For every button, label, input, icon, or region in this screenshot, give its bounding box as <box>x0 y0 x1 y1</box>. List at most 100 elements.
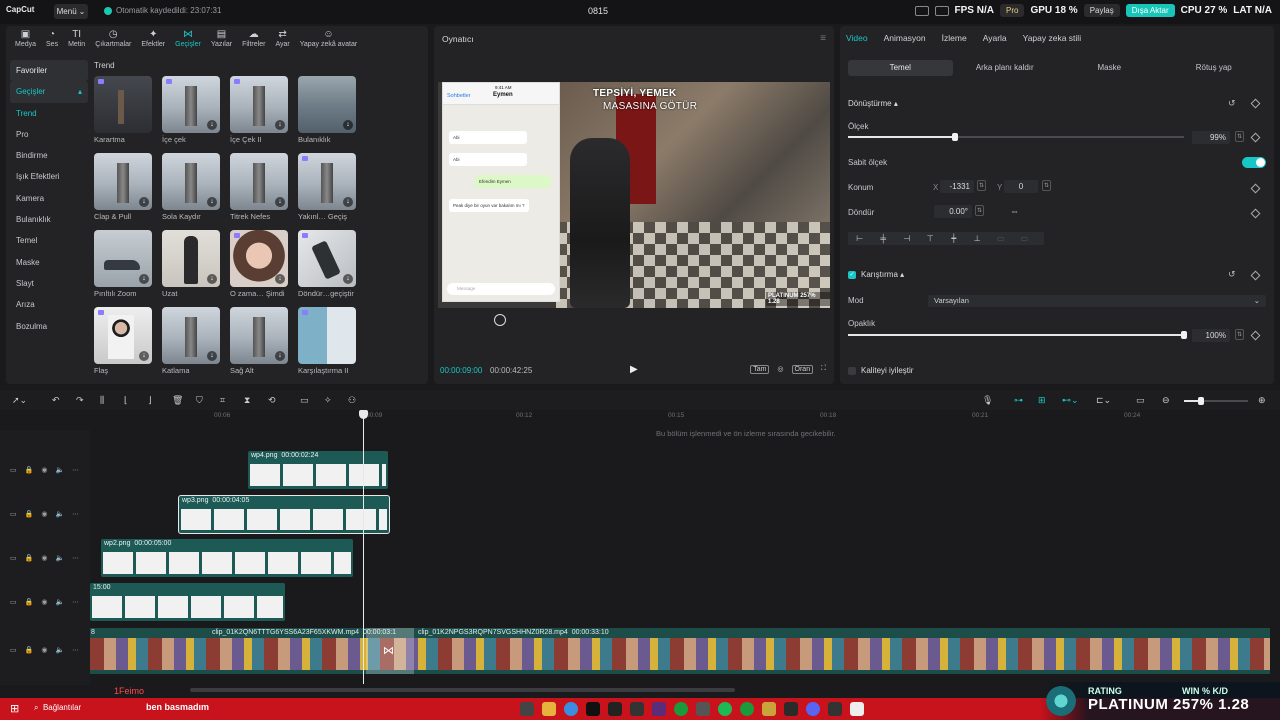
zoom-slider[interactable] <box>1184 397 1248 405</box>
download-icon[interactable]: ↓ <box>275 351 285 361</box>
scale-slider[interactable] <box>848 133 1184 141</box>
audio-icon[interactable]: 🔈 <box>55 554 64 562</box>
download-icon[interactable]: ↓ <box>139 351 149 361</box>
select-tool-icon[interactable]: ➚⌄ <box>12 395 27 406</box>
keyframe-icon[interactable] <box>1250 270 1261 281</box>
obs-icon[interactable] <box>828 702 842 716</box>
caption-icon[interactable]: ▭ <box>1136 395 1145 406</box>
snap-icon[interactable]: ⊞ <box>1038 395 1046 406</box>
delete-icon[interactable]: 🗑 <box>172 395 183 406</box>
download-icon[interactable]: ↓ <box>207 274 217 284</box>
zoom-slider-knob[interactable] <box>1198 397 1204 405</box>
transition-card[interactable]: ↓ İçe çek <box>162 76 220 144</box>
visibility-icon[interactable]: ◉ <box>41 646 47 654</box>
category-item[interactable]: Trend <box>10 103 88 124</box>
lock-icon[interactable]: 🔒 <box>25 598 34 606</box>
more-icon[interactable]: ⋯ <box>72 554 79 562</box>
position-x-stepper[interactable]: ⇅ <box>977 180 986 191</box>
lock-icon[interactable]: 🔒 <box>25 466 34 474</box>
crop-icon[interactable]: ⌗ <box>220 395 225 406</box>
split-icon[interactable]: ⫼ <box>100 395 104 406</box>
tab-sticker[interactable]: ◷ Çıkartmalar <box>90 26 136 52</box>
app-icon[interactable] <box>652 702 666 716</box>
playhead[interactable] <box>363 412 364 684</box>
task-view-icon[interactable] <box>520 702 534 716</box>
category-item[interactable]: Arıza <box>10 294 88 315</box>
property-tab[interactable]: Ayarla <box>983 33 1007 43</box>
transition-card[interactable]: Karşılaştırma II <box>298 307 356 375</box>
undo-icon[interactable]: ↶ <box>52 395 60 406</box>
pro-button[interactable]: Pro <box>999 4 1025 17</box>
file-explorer-icon[interactable] <box>542 702 556 716</box>
property-subtab[interactable]: Temel <box>848 60 953 76</box>
zoom-out-icon[interactable]: ⊖ <box>1162 395 1170 406</box>
download-icon[interactable]: ↓ <box>207 120 217 130</box>
tab-adjust[interactable]: ⇄ Ayar <box>270 26 294 52</box>
category-item[interactable]: Slayt <box>10 273 88 294</box>
download-icon[interactable]: ↓ <box>275 120 285 130</box>
category-item[interactable]: Bindirme <box>10 145 88 166</box>
download-icon[interactable]: ↓ <box>275 274 285 284</box>
category-item[interactable]: Işık Efektleri <box>10 166 88 187</box>
track-cover-icon[interactable]: ▭ <box>10 466 17 474</box>
mic-icon[interactable]: 🎙 <box>982 395 993 406</box>
fullscreen-icon[interactable]: ⛶ <box>821 365 826 374</box>
property-subtab[interactable]: Arka planı kaldır <box>953 60 1058 76</box>
rotate-stepper[interactable]: ⇅ <box>975 205 984 216</box>
keyframe-icon[interactable] <box>1250 183 1261 194</box>
visibility-icon[interactable]: ◉ <box>41 598 47 606</box>
category-item[interactable]: Maske <box>10 252 88 273</box>
flip-icon[interactable]: ⇔ <box>1010 206 1019 216</box>
export-button[interactable]: Dışa Aktar <box>1125 4 1175 17</box>
audio-icon[interactable]: 🔈 <box>55 598 64 606</box>
property-tab[interactable]: İzleme <box>942 33 967 43</box>
position-y-input[interactable]: 0 <box>1004 180 1038 193</box>
hamburger-icon[interactable]: ≡ <box>820 33 826 44</box>
transition-card[interactable]: ↓ Pırıltılı Zoom <box>94 230 152 298</box>
transition-card[interactable]: ↓ Clap & Pull <box>94 153 152 221</box>
align-center-h-icon[interactable]: ╪ <box>872 232 896 245</box>
tab-audio[interactable]: ◔ Ses <box>41 26 63 52</box>
rotate-handle-icon[interactable] <box>494 314 506 326</box>
opacity-stepper[interactable]: ⇅ <box>1235 329 1244 340</box>
category-item[interactable]: Favoriler <box>10 60 88 82</box>
clip-wp4[interactable]: wp4.png 00:00:02:24 <box>248 451 388 489</box>
transition-card[interactable]: ↓ Katlama <box>162 307 220 375</box>
position-y-stepper[interactable]: ⇅ <box>1042 180 1051 191</box>
track-cover-icon[interactable]: ▭ <box>10 646 17 654</box>
download-icon[interactable]: ↓ <box>207 197 217 207</box>
align-right-icon[interactable]: ⊣ <box>895 232 919 245</box>
category-item[interactable]: Geçişler ▴ <box>10 81 88 103</box>
keyframe-icon[interactable] <box>1250 98 1261 109</box>
transition-card[interactable]: ↓ Yakınl… Geçiş <box>298 153 356 221</box>
rotate-input[interactable]: 0.00° <box>934 205 972 218</box>
category-item[interactable]: Bulanıklık <box>10 209 88 230</box>
ratio-button[interactable]: Oran <box>791 365 814 374</box>
zoom-in-icon[interactable]: ⊕ <box>1258 395 1266 406</box>
more-icon[interactable]: ⋯ <box>72 466 79 474</box>
spotify-icon[interactable] <box>718 702 732 716</box>
scale-stepper[interactable]: ⇅ <box>1235 131 1244 142</box>
enhance-label[interactable]: Kaliteyi iyileştir <box>861 366 913 375</box>
clip-wp3[interactable]: wp3.png 00:00:04:05 <box>178 495 390 534</box>
transition-card[interactable]: ↓ İçe Çek II <box>230 76 288 144</box>
preview-axis-icon[interactable]: ⊏⌄ <box>1096 395 1111 406</box>
property-subtab[interactable]: Maske <box>1057 60 1162 76</box>
blend-section-title[interactable]: Karıştırma ▴ <box>861 270 904 279</box>
more-icon[interactable]: ⋯ <box>72 598 79 606</box>
property-tab[interactable]: Yapay zeka stili <box>1023 33 1081 43</box>
more-icon[interactable]: ⋯ <box>72 510 79 518</box>
property-subtab[interactable]: Rötuş yap <box>1162 60 1267 76</box>
transition-card[interactable]: ↓ Döndür…geçiştir <box>298 230 356 298</box>
project-title[interactable]: 0815 <box>588 6 608 16</box>
trim-left-icon[interactable]: ⌊ <box>124 395 128 406</box>
clip-wp1[interactable]: 15:00 <box>90 583 285 621</box>
download-icon[interactable]: ↓ <box>275 197 285 207</box>
phone-overlay[interactable]: 9:41 AM Sohbetler Eymen Abi Abi Efendim … <box>442 82 560 302</box>
track-cover-icon[interactable]: ▭ <box>10 554 17 562</box>
main-video-track[interactable]: 8 clip_01K2QN6TTTG6YSS6A23F65XKWM.mp4 00… <box>90 628 1270 674</box>
opacity-slider-knob[interactable] <box>1181 331 1187 339</box>
transform-section-title[interactable]: Dönüştürme ▴ <box>848 99 898 108</box>
download-icon[interactable]: ↓ <box>139 274 149 284</box>
transition-card[interactable]: ↓ Bulanıklık <box>298 76 356 144</box>
